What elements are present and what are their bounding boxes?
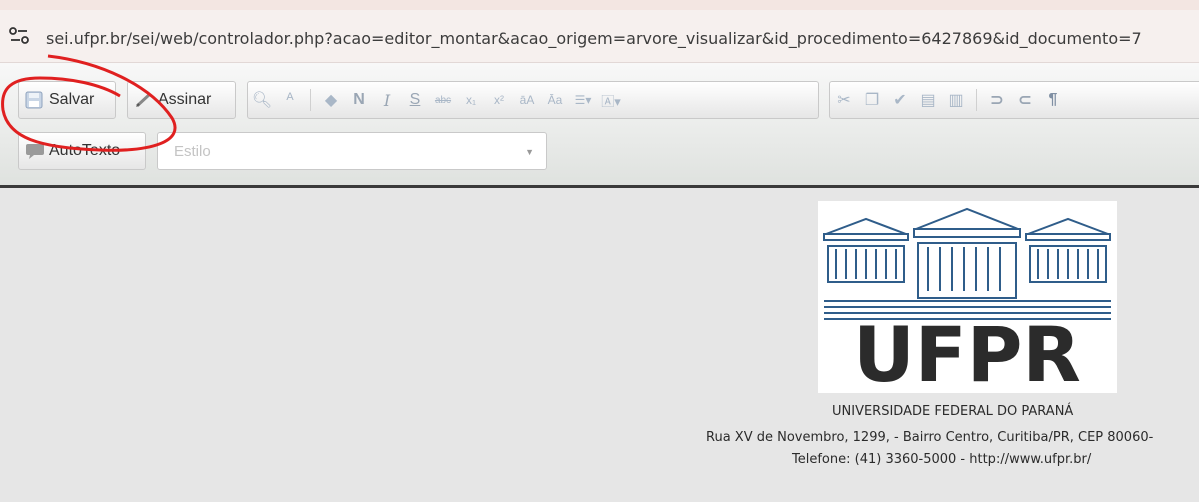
save-button-label: Salvar: [49, 91, 95, 108]
subscript-icon[interactable]: x₁: [457, 93, 485, 107]
ufpr-logo-text: UFPR: [853, 310, 1081, 393]
editor-toolbar: Salvar Assinar 🔍︎ ᴬ ◆ N I S abc x₁ x² āA…: [0, 63, 1199, 188]
chevron-down-icon: ▼: [525, 147, 534, 157]
uppercase-icon[interactable]: āA: [513, 93, 541, 107]
superscript-icon[interactable]: x²: [485, 93, 513, 107]
sign-button-group: Assinar: [127, 81, 236, 119]
save-button[interactable]: Salvar: [19, 82, 100, 118]
italic-icon[interactable]: I: [373, 91, 401, 110]
eraser-icon[interactable]: ◆: [317, 90, 345, 110]
url-text[interactable]: sei.ufpr.br/sei/web/controlador.php?acao…: [46, 29, 1142, 48]
autotext-button-label: AutoTexto: [49, 142, 121, 159]
replace-icon[interactable]: ᴬ: [276, 91, 304, 109]
cut-icon[interactable]: ✂: [830, 90, 858, 110]
line-spacing-icon[interactable]: ☰▾: [569, 93, 597, 107]
toolbar-separator: [310, 89, 311, 111]
bold-icon[interactable]: N: [345, 91, 373, 109]
contact-line: Telefone: (41) 3360-5000 - http://www.uf…: [792, 452, 1092, 467]
paint-format-icon[interactable]: ✔: [886, 90, 914, 110]
text-color-icon[interactable]: 🄰▾: [597, 91, 625, 110]
document-area[interactable]: UFPR UNIVERSIDADE FEDERAL DO PARANÁ Rua …: [0, 188, 1199, 502]
site-info-icon[interactable]: [8, 26, 34, 48]
lowercase-icon[interactable]: Āa: [541, 93, 569, 107]
pilcrow-icon[interactable]: ¶: [1039, 91, 1067, 109]
pen-icon: [134, 91, 154, 109]
save-button-group: Salvar: [18, 81, 116, 119]
clipboard-toolbar-group: ✂ ❐ ✔ ▤ ▥ ⊃ ⊂ ¶: [829, 81, 1199, 119]
formatting-toolbar-group: 🔍︎ ᴬ ◆ N I S abc x₁ x² āA Āa ☰▾ 🄰▾: [247, 81, 819, 119]
find-icon[interactable]: 🔍︎: [248, 90, 276, 110]
ufpr-logo: UFPR: [818, 201, 1117, 399]
university-name: UNIVERSIDADE FEDERAL DO PARANÁ: [832, 404, 1074, 419]
undo-icon[interactable]: ⊃: [983, 90, 1011, 110]
address-line: Rua XV de Novembro, 1299, - Bairro Centr…: [706, 430, 1154, 445]
browser-top-strip: [0, 0, 1199, 10]
strikethrough-icon[interactable]: abc: [429, 95, 457, 106]
autotext-button[interactable]: AutoTexto: [19, 133, 126, 169]
floppy-disk-icon: [25, 91, 43, 109]
paste-text-icon[interactable]: ▤: [914, 90, 942, 110]
speech-bubble-icon: [25, 142, 45, 160]
style-select-placeholder: Estilo: [174, 143, 211, 160]
autotext-button-group: AutoTexto: [18, 132, 146, 170]
redo-icon[interactable]: ⊂: [1011, 90, 1039, 110]
sign-button-label: Assinar: [158, 91, 212, 108]
address-bar[interactable]: sei.ufpr.br/sei/web/controlador.php?acao…: [0, 10, 1199, 63]
style-select[interactable]: Estilo ▼: [157, 132, 547, 170]
underline-icon[interactable]: S: [401, 91, 429, 109]
toolbar-separator: [976, 89, 977, 111]
sign-button[interactable]: Assinar: [128, 82, 217, 118]
copy-icon[interactable]: ❐: [858, 90, 886, 110]
paste-word-icon[interactable]: ▥: [942, 90, 970, 110]
